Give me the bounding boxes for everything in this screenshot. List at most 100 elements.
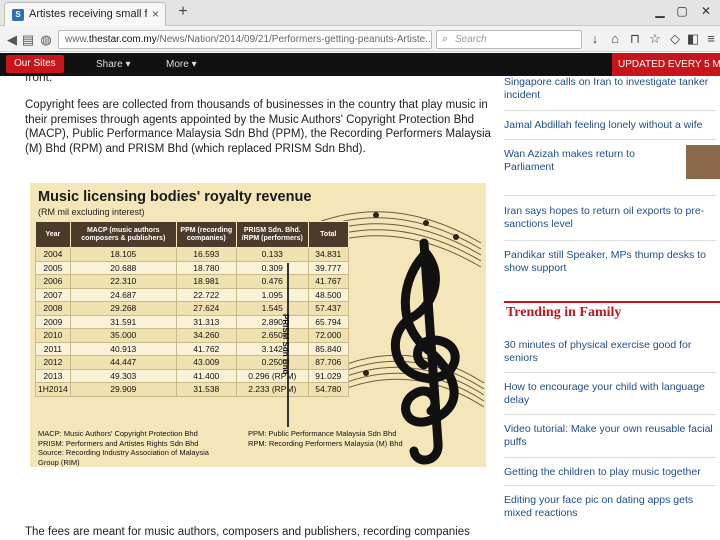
globe-icon: ◍ bbox=[40, 32, 52, 47]
col-header-prism: PRISM Sdn. Bhd. /RPM (performers) bbox=[235, 221, 309, 248]
lock-icon[interactable]: ⊓ bbox=[626, 31, 644, 47]
reader-view-icon[interactable]: ▤ bbox=[20, 32, 36, 48]
table-cell: 91.029 bbox=[307, 368, 349, 383]
trending-link[interactable]: Video tutorial: Make your own reusable f… bbox=[504, 423, 714, 449]
table-cell: 2013 bbox=[35, 368, 71, 383]
table-row: 2006 22.310 18.981 0.476 41.767 bbox=[35, 274, 349, 289]
trending-divider bbox=[504, 301, 720, 303]
sidebar-headline-link[interactable]: Pandikar still Speaker, MPs thump desks … bbox=[504, 249, 714, 275]
table-cell: 18.105 bbox=[69, 247, 177, 262]
browser-nav-bar: ◀ ▤ ◍ www.thestar.com.my/News/Nation/201… bbox=[0, 26, 720, 52]
trending-link[interactable]: How to encourage your child with languag… bbox=[504, 381, 714, 407]
table-row: 2010 35.000 34.260 2.650 72.000 bbox=[35, 328, 349, 343]
table-row: 2009 31.591 31.313 2.890 65.794 bbox=[35, 314, 349, 329]
table-cell: 39.777 bbox=[307, 260, 349, 275]
royalty-infographic: Music licensing bodies' royalty revenue … bbox=[30, 183, 486, 467]
table-row: 2007 24.687 22.722 1.095 48.500 bbox=[35, 287, 349, 302]
table-cell: 18.981 bbox=[175, 274, 237, 289]
more-label: More bbox=[166, 59, 189, 70]
table-cell: 72.000 bbox=[307, 328, 349, 343]
table-cell: 22.310 bbox=[69, 274, 177, 289]
table-cell: 2012 bbox=[35, 355, 71, 370]
table-cell: 27.624 bbox=[175, 301, 237, 316]
site-header-bar: Our Sites Share ▾ More ▾ UPDATED EVERY 5… bbox=[0, 53, 720, 76]
url-prefix: www. bbox=[65, 34, 89, 45]
maximize-icon[interactable]: ▢ bbox=[674, 4, 690, 18]
table-cell: 0.296 (RPM) bbox=[235, 368, 309, 383]
table-cell: 0.309 bbox=[235, 260, 309, 275]
table-cell: 54.780 bbox=[307, 382, 349, 397]
table-cell: 2008 bbox=[35, 301, 71, 316]
infographic-title: Music licensing bodies' royalty revenue bbox=[38, 189, 312, 205]
legend-left: MACP: Music Authors' Copyright Protectio… bbox=[38, 429, 209, 467]
sidebar-headline-link[interactable]: Jamal Abdillah feeling lonely without a … bbox=[504, 119, 714, 132]
headline-thumbnail[interactable] bbox=[686, 145, 720, 179]
more-menu[interactable]: More ▾ bbox=[166, 59, 197, 70]
table-row: 2011 40.913 41.762 3.142 85.840 bbox=[35, 341, 349, 356]
table-cell: 0.133 bbox=[235, 247, 309, 262]
table-cell: 40.913 bbox=[69, 341, 177, 356]
table-cell: 43.009 bbox=[175, 355, 237, 370]
url-bar[interactable]: www.thestar.com.my/News/Nation/2014/09/2… bbox=[58, 30, 432, 49]
our-sites-button[interactable]: Our Sites bbox=[6, 55, 64, 73]
article-fragment: front. bbox=[25, 76, 53, 84]
table-cell: 1.095 bbox=[235, 287, 309, 302]
minimize-icon[interactable]: ▁ bbox=[652, 4, 668, 18]
table-cell: 0.476 bbox=[235, 274, 309, 289]
home-icon[interactable]: ⌂ bbox=[606, 31, 624, 46]
share-menu[interactable]: Share ▾ bbox=[96, 59, 131, 70]
search-icon: ⌕ bbox=[442, 33, 449, 45]
table-cell: 41.762 bbox=[175, 341, 237, 356]
table-cell: 2004 bbox=[35, 247, 71, 262]
table-cell: 24.687 bbox=[69, 287, 177, 302]
bookmark-icon[interactable]: ☆ bbox=[646, 31, 664, 47]
tab-close-icon[interactable]: × bbox=[152, 7, 159, 21]
table-row: 2005 20.688 18.780 0.309 39.777 bbox=[35, 260, 349, 275]
pocket-icon[interactable]: ◇ bbox=[666, 31, 684, 47]
menu-icon[interactable]: ≡ bbox=[702, 31, 720, 46]
url-path: /News/Nation/2014/09/21/Performers-getti… bbox=[156, 34, 432, 45]
table-cell: 87.706 bbox=[307, 355, 349, 370]
sidebar-headline-link[interactable]: Iran says hopes to return oil exports to… bbox=[504, 205, 714, 231]
trending-link[interactable]: 30 minutes of physical exercise good for… bbox=[504, 339, 714, 365]
sidebar-headline-link[interactable]: Wan Azizah makes return to Parliament bbox=[504, 148, 664, 174]
table-cell: 18.780 bbox=[175, 260, 237, 275]
royalty-table-body: 2004 18.105 16.593 0.133 34.831 2005 20.688 18.… bbox=[35, 247, 349, 397]
sync-icon[interactable]: ◧ bbox=[684, 31, 702, 47]
table-cell: 2011 bbox=[35, 341, 71, 356]
legend-right: PPM: Public Performance Malaysia Sdn Bhd… bbox=[248, 429, 403, 448]
divider bbox=[504, 240, 716, 241]
prism-side-label: PRISM Sdn Bhd bbox=[281, 313, 290, 375]
table-cell: 1H2014 bbox=[35, 382, 71, 397]
download-icon[interactable]: ↓ bbox=[586, 31, 604, 46]
search-input[interactable]: ⌕ Search bbox=[436, 30, 582, 49]
table-cell: 2005 bbox=[35, 260, 71, 275]
window-close-icon[interactable]: ✕ bbox=[698, 4, 714, 18]
table-header-row: Year MACP (music authors composers & pub… bbox=[35, 221, 349, 248]
new-tab-button[interactable]: + bbox=[174, 3, 192, 21]
site-favicon-icon: S bbox=[12, 9, 24, 21]
table-cell: 41.767 bbox=[307, 274, 349, 289]
table-cell: 20.688 bbox=[69, 260, 177, 275]
table-cell: 31.591 bbox=[69, 314, 177, 329]
browser-tab-active[interactable]: S Artistes receiving small fra... × bbox=[4, 2, 166, 26]
back-icon[interactable]: ◀ bbox=[4, 32, 20, 48]
table-cell: 34.260 bbox=[175, 328, 237, 343]
table-cell: 29.909 bbox=[69, 382, 177, 397]
table-cell: 2010 bbox=[35, 328, 71, 343]
table-row: 1H2014 29.909 31.538 2.233 (RPM) 54.780 bbox=[35, 382, 349, 397]
table-row: 2008 29.268 27.624 1.545 57.437 bbox=[35, 301, 349, 316]
table-cell: 85.840 bbox=[307, 341, 349, 356]
divider bbox=[504, 457, 716, 458]
trending-link[interactable]: Getting the children to play music toget… bbox=[504, 466, 714, 479]
sidebar-headline-link[interactable]: Singapore calls on Iran to investigate t… bbox=[504, 76, 714, 102]
table-cell: 2007 bbox=[35, 287, 71, 302]
trending-title: Trending in Family bbox=[506, 305, 622, 320]
table-cell: 2009 bbox=[35, 314, 71, 329]
table-cell: 2.890 bbox=[235, 314, 309, 329]
col-header-year: Year bbox=[35, 221, 71, 248]
table-row: 2013 49.303 41.400 0.296 (RPM) 91.029 bbox=[35, 368, 349, 383]
trending-link[interactable]: Editing your face pic on dating apps get… bbox=[504, 494, 714, 520]
table-cell: 16.593 bbox=[175, 247, 237, 262]
col-header-total: Total bbox=[307, 221, 349, 248]
